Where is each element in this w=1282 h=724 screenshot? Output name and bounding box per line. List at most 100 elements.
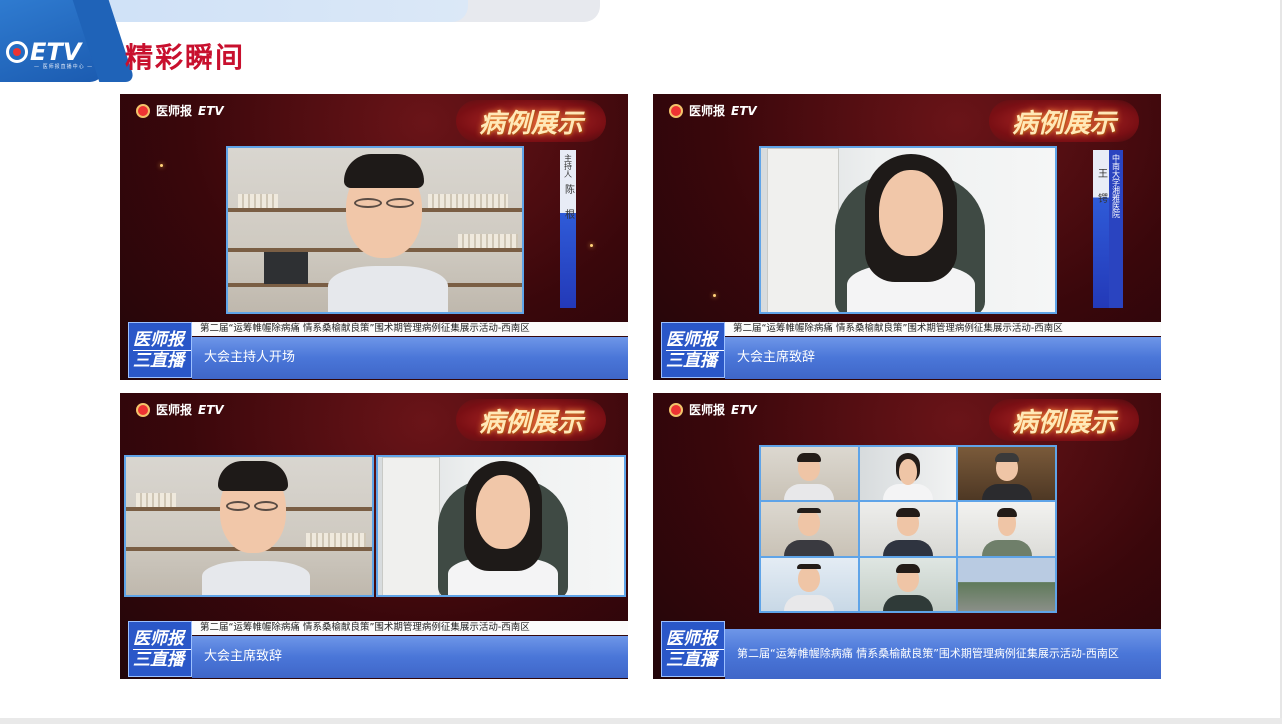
person-hair: [797, 563, 822, 569]
case-showcase-badge: 病例展示: [989, 100, 1139, 142]
gallery-tile: [761, 447, 858, 501]
host-person: [318, 148, 458, 312]
cabinet: [382, 457, 440, 595]
person-hair: [797, 453, 822, 462]
badge-text: 病例展示: [1011, 407, 1116, 438]
name-bar-name: 王 锷: [1095, 168, 1107, 210]
caption-bar: 第二届“运筹帷幄除病痛 情系桑榆献良策”围术期管理病例征集展示活动-西南区: [725, 629, 1161, 679]
screenshot-panel-host-opening: 医师报 ETV 病例展示 主持人 陈 根 医师报 三直播 第二届“运筹帷幄除病痛…: [120, 94, 628, 380]
person-hair: [218, 461, 288, 491]
case-showcase-badge: 病例展示: [456, 399, 606, 441]
badge-text: 病例展示: [1011, 108, 1116, 139]
glasses: [226, 501, 250, 511]
brand-cn: 医师报: [156, 104, 193, 118]
event-title-bar: 第二届“运筹帷幄除病痛 情系桑榆献良策”围术期管理病例征集展示活动-西南区: [192, 322, 628, 336]
brand-etv: ETV: [731, 402, 757, 417]
etv-logo-subtitle: — 医师报直播中心 —: [34, 64, 94, 70]
person-body: [882, 484, 933, 501]
chair-person: [438, 457, 568, 595]
case-showcase-badge: 病例展示: [989, 399, 1139, 441]
broadcast-top-logos: 医师报 ETV: [669, 102, 757, 119]
screenshot-panel-split-view: 医师报 ETV 病例展示 医师报 三直播 第二届“运筹帷幄除病痛 情系桑榆献良策…: [120, 393, 628, 679]
caption-bar: 大会主席致辞: [192, 636, 628, 678]
live-logo-top: 医师报: [133, 628, 184, 649]
broadcast-top-logos: 医师报 ETV: [136, 401, 224, 418]
name-bar-name: 陈 根: [562, 184, 574, 226]
person-body: [328, 266, 448, 312]
live-logo: 医师报 三直播: [128, 322, 192, 378]
gallery-tile: [761, 502, 858, 556]
person-head: [798, 510, 821, 537]
etv-play-icon: [6, 41, 28, 63]
host-person: [196, 457, 316, 595]
header-band-blue: [88, 0, 468, 22]
glasses: [354, 198, 382, 208]
etv-logo: ETV: [6, 38, 81, 66]
name-bar-host: 主持人 陈 根: [560, 150, 576, 308]
person-head: [879, 170, 943, 256]
person-body: [981, 539, 1032, 556]
brand-cn: 医师报: [156, 403, 193, 417]
person-hair: [797, 508, 822, 514]
name-bar-role: 主持人: [563, 154, 573, 178]
screenshot-panel-gallery: 医师报 ETV 病例展示 医师报 三直播 第二届“运筹帷幄除病痛 情系桑榆献良策…: [653, 393, 1161, 679]
broadcast-top-logos: 医师报 ETV: [136, 102, 224, 119]
frame-bottom-edge: [0, 718, 1282, 724]
live-logo: 医师报 三直播: [661, 621, 725, 677]
page-title: 精彩瞬间: [125, 41, 246, 74]
seal-icon: [136, 103, 150, 118]
video-gallery-grid: [759, 445, 1057, 613]
case-showcase-badge: 病例展示: [456, 100, 606, 142]
event-title-bar: 第二届“运筹帷幄除病痛 情系桑榆献良策”围术期管理病例征集展示活动-西南区: [192, 621, 628, 635]
caption-bar: 大会主持人开场: [192, 337, 628, 379]
sparkle-icon: [590, 244, 593, 247]
brand-etv: ETV: [731, 103, 757, 118]
live-logo-bottom: 三直播: [133, 648, 191, 670]
glasses: [386, 198, 414, 208]
gallery-tile: [859, 557, 957, 611]
books: [136, 493, 176, 507]
live-logo: 医师报 三直播: [661, 322, 725, 378]
person-body: [202, 561, 310, 595]
name-bar-org-strip: 中南大学湘雅医院: [1109, 150, 1123, 308]
etv-logo-text: ETV: [30, 38, 82, 66]
glasses: [254, 501, 278, 511]
person-hair: [895, 563, 920, 573]
cabinet: [767, 148, 839, 312]
live-logo-top: 医师报: [133, 329, 184, 350]
person-body: [784, 484, 835, 501]
monitor: [264, 252, 308, 284]
name-bar-chair: 王 锷: [1093, 150, 1109, 308]
live-logo: 医师报 三直播: [128, 621, 192, 677]
seal-icon: [669, 402, 683, 417]
person-body: [784, 539, 835, 556]
gallery-tile: [859, 502, 957, 556]
person-hair: [994, 453, 1019, 462]
person-head: [798, 565, 821, 592]
seal-icon: [669, 103, 683, 118]
brand-etv: ETV: [198, 402, 224, 417]
person-body: [882, 539, 933, 556]
books: [458, 234, 518, 248]
live-logo-top: 医师报: [666, 329, 717, 350]
chair-video-right: [376, 455, 626, 597]
broadcast-top-logos: 医师报 ETV: [669, 401, 757, 418]
host-video: [226, 146, 524, 314]
person-hair: [996, 508, 1017, 518]
person-body: [981, 484, 1032, 501]
sparkle-icon: [160, 164, 163, 167]
gallery-tile-building: [958, 557, 1055, 611]
brand-cn: 医师报: [689, 104, 726, 118]
live-logo-bottom: 三直播: [666, 349, 724, 371]
badge-text: 病例展示: [478, 108, 583, 139]
gallery-tile: [958, 447, 1055, 501]
screenshot-panel-chair-speech: 医师报 ETV 病例展示 王 锷 中南大学湘雅医院 医师报 三直播 第二届“运筹…: [653, 94, 1161, 380]
live-logo-top: 医师报: [666, 628, 717, 649]
name-bar-org: 中南大学湘雅医院: [1111, 154, 1121, 218]
person-hair: [344, 154, 424, 188]
live-logo-bottom: 三直播: [666, 648, 724, 670]
brand-cn: 医师报: [689, 403, 726, 417]
gallery-tile: [958, 502, 1055, 556]
brand-etv: ETV: [198, 103, 224, 118]
seal-icon: [136, 402, 150, 417]
